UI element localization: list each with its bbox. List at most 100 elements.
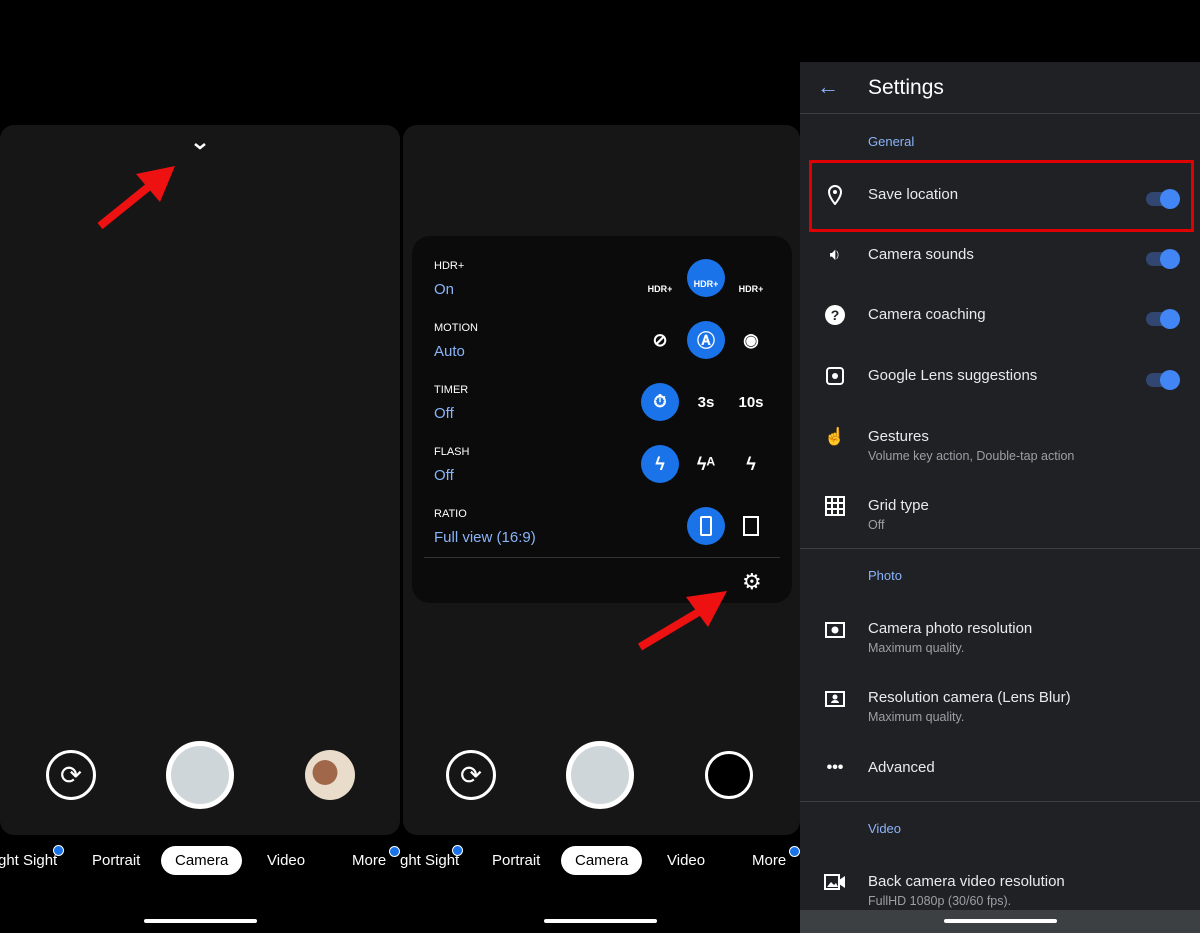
setting-video-resolution[interactable]: Back camera video resolution FullHD 1080… — [800, 859, 1200, 915]
motion-auto-option[interactable]: Ⓐ — [687, 321, 725, 359]
timer-value: Off — [434, 405, 454, 422]
hdr-on-option[interactable]: HDR+ — [687, 259, 725, 297]
new-badge — [452, 845, 463, 856]
setting-subtitle: Maximum quality. — [868, 710, 965, 724]
gallery-thumbnail[interactable] — [305, 750, 355, 800]
switch-camera-button[interactable]: ⟳ — [46, 750, 96, 800]
new-badge — [389, 846, 400, 857]
motion-auto-icon: Ⓐ — [697, 331, 715, 351]
back-arrow-icon[interactable]: ← — [817, 74, 839, 100]
new-badge — [53, 845, 64, 856]
settings-gear-button[interactable]: ⚙ — [742, 569, 762, 595]
switch-camera-button[interactable]: ⟳ — [446, 750, 496, 800]
setting-photo-resolution[interactable]: Camera photo resolution Maximum quality. — [800, 606, 1200, 662]
motion-on-option[interactable]: ◉ — [732, 321, 770, 359]
flash-value: Off — [434, 467, 454, 484]
video-camera-icon — [824, 871, 846, 893]
setting-save-location[interactable]: Save location — [800, 172, 1200, 222]
setting-title: Back camera video resolution — [868, 873, 1065, 890]
page-title: Settings — [868, 76, 944, 99]
setting-title: Camera sounds — [868, 246, 974, 263]
mode-more[interactable]: More — [752, 852, 786, 869]
navigation-bar — [800, 910, 1200, 933]
setting-subtitle: Maximum quality. — [868, 641, 965, 655]
more-icon: ••• — [826, 759, 844, 776]
ratio-value: Full view (16:9) — [434, 529, 536, 546]
home-indicator[interactable] — [944, 919, 1057, 923]
motion-label: MOTION — [434, 322, 478, 334]
divider — [424, 557, 780, 558]
section-general: General — [868, 134, 915, 149]
timer-10s-label: 10s — [738, 393, 764, 411]
phone-portrait-icon — [700, 516, 712, 536]
setting-title: Camera photo resolution — [868, 620, 1033, 637]
flash-off-option[interactable]: ϟ — [641, 445, 679, 483]
setting-subtitle: FullHD 1080p (30/60 fps). — [868, 894, 1012, 908]
mode-night-sight[interactable]: ght Sight — [400, 852, 459, 869]
flash-auto-option[interactable]: ϟᴬ — [687, 445, 725, 483]
home-indicator[interactable] — [144, 919, 257, 923]
setting-title: Resolution camera (Lens Blur) — [868, 689, 1071, 706]
ratio-square-option[interactable] — [732, 507, 770, 545]
timer-3s-option[interactable]: 3s — [687, 383, 725, 421]
timer-label: TIMER — [434, 384, 469, 396]
timer-3s-label: 3s — [697, 393, 715, 411]
section-photo: Photo — [868, 568, 902, 583]
viewfinder[interactable] — [0, 125, 400, 835]
hdr-off-option[interactable]: HDR+ — [641, 270, 679, 308]
setting-google-lens[interactable]: Google Lens suggestions — [800, 353, 1200, 403]
quick-settings-panel: HDR+ On HDR+ HDR+ HDR+ MOTION Auto ⊘ Ⓐ ◉… — [412, 236, 792, 603]
motion-value: Auto — [434, 343, 465, 360]
google-lens-toggle[interactable] — [1146, 370, 1180, 390]
shutter-button[interactable] — [566, 741, 634, 809]
timer-off-icon: ⏱ — [653, 392, 667, 411]
motion-off-option[interactable]: ⊘ — [641, 321, 679, 359]
ratio-rect-icon — [743, 516, 759, 536]
help-icon: ? — [825, 305, 845, 325]
red-arrow-annotation — [637, 591, 727, 651]
setting-gestures[interactable]: ☝ Gestures Volume key action, Double-tap… — [800, 414, 1200, 470]
flash-on-icon: ϟ — [746, 453, 756, 474]
mode-video[interactable]: Video — [667, 852, 705, 869]
flash-label: FLASH — [434, 446, 470, 458]
mode-camera[interactable]: Camera — [561, 846, 643, 875]
setting-title: Advanced — [868, 759, 935, 776]
mode-portrait[interactable]: Portrait — [492, 852, 540, 869]
timer-10s-option[interactable]: 10s — [732, 383, 770, 421]
hdr-enhanced-option[interactable]: HDR+ — [732, 270, 770, 308]
grid-icon — [824, 495, 846, 517]
flash-on-option[interactable]: ϟ — [732, 445, 770, 483]
setting-camera-coaching[interactable]: ? Camera coaching — [800, 292, 1200, 342]
mode-camera[interactable]: Camera — [161, 846, 243, 875]
location-pin-icon — [824, 184, 846, 206]
setting-advanced[interactable]: ••• Advanced — [800, 745, 1200, 795]
timer-off-option[interactable]: ⏱ — [641, 383, 679, 421]
setting-subtitle: Volume key action, Double-tap action — [868, 449, 1075, 463]
setting-grid-type[interactable]: Grid type Off — [800, 483, 1200, 539]
mode-video[interactable]: Video — [267, 852, 305, 869]
setting-camera-sounds[interactable]: 🔉︎ Camera sounds — [800, 232, 1200, 282]
home-indicator[interactable] — [544, 919, 657, 923]
mode-night-sight[interactable]: ght Sight — [0, 852, 57, 869]
shutter-button[interactable] — [166, 741, 234, 809]
chevron-down-icon[interactable] — [192, 138, 208, 156]
camera-sounds-toggle[interactable] — [1146, 249, 1180, 269]
camera-icon — [824, 618, 846, 640]
divider — [800, 801, 1200, 802]
setting-title: Save location — [868, 186, 959, 203]
settings-screen: ← Settings General Save location 🔉︎ Came… — [800, 62, 1200, 933]
setting-title: Camera coaching — [868, 306, 986, 323]
section-video: Video — [868, 821, 902, 836]
gallery-thumbnail[interactable] — [705, 751, 753, 799]
save-location-toggle[interactable] — [1146, 189, 1180, 209]
mode-portrait[interactable]: Portrait — [92, 852, 140, 869]
ratio-full-option[interactable] — [687, 507, 725, 545]
setting-subtitle: Off — [868, 518, 885, 532]
divider — [800, 548, 1200, 549]
setting-lens-blur-resolution[interactable]: Resolution camera (Lens Blur) Maximum qu… — [800, 675, 1200, 731]
mode-more[interactable]: More — [352, 852, 386, 869]
motion-on-icon: ◉ — [743, 329, 759, 350]
hdr-value: On — [434, 281, 455, 298]
hdr-on-icon: HDR+ — [693, 279, 719, 289]
camera-coaching-toggle[interactable] — [1146, 309, 1180, 329]
